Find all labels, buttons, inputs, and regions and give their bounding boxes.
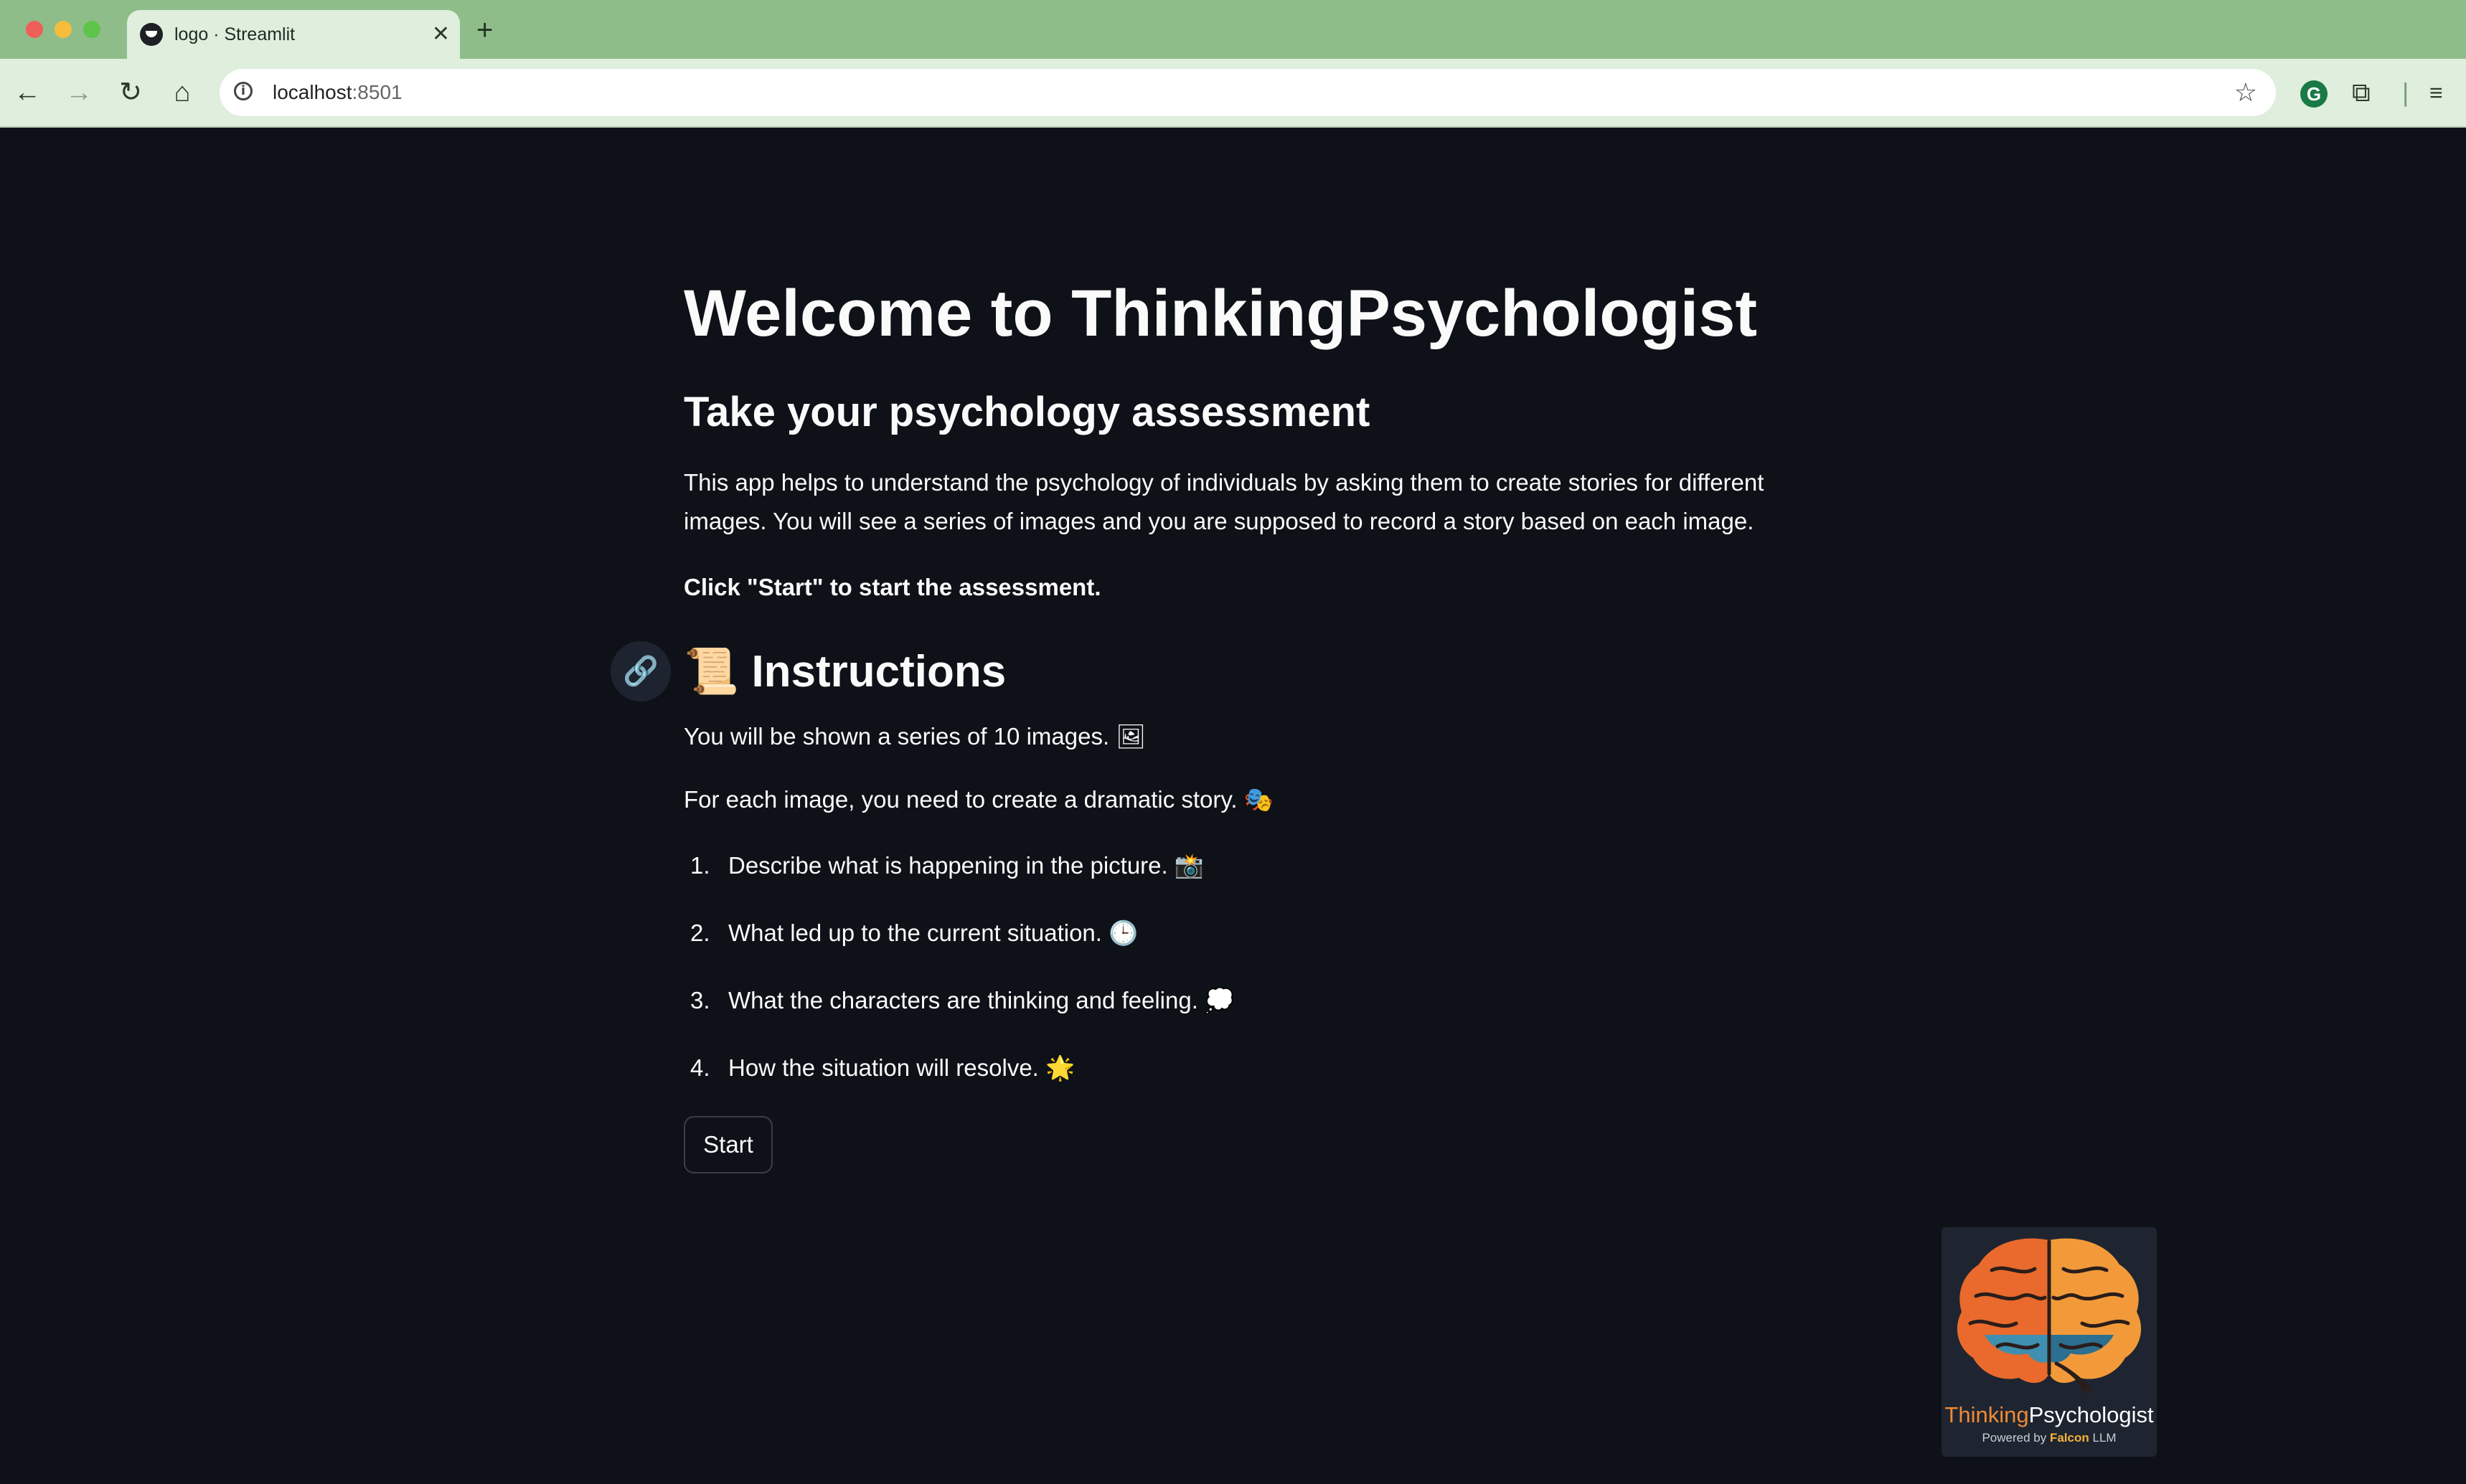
instruction-line-images-text: You will be shown a series of 10 images. [684, 723, 1110, 750]
step-number: 4. [690, 1054, 710, 1081]
url-port: :8501 [352, 81, 403, 103]
theater-masks-icon: 🎭 [1243, 785, 1274, 813]
toolbar-divider: | [2402, 77, 2409, 107]
scroll-icon: 📜 [684, 645, 740, 697]
instructions-heading: 📜 Instructions [684, 641, 1006, 702]
streamlit-favicon-icon [140, 23, 163, 46]
logo-falcon: Falcon [2049, 1431, 2089, 1445]
thinking-psychologist-logo: ThinkingPsychologist Powered by Falcon L… [1942, 1227, 2157, 1457]
logo-word-thinking: Thinking [1944, 1402, 2029, 1427]
clock-icon: 🕒 [1109, 919, 1139, 947]
star-icon: 🌟 [1045, 1054, 1076, 1082]
step-text-label: Describe what is happening in the pictur… [728, 852, 1168, 879]
browser-tab-bar: logo · Streamlit ✕ + [0, 0, 2466, 59]
forward-arrow-icon[interactable]: → [57, 59, 100, 126]
instructions-heading-text: Instructions [751, 647, 1007, 696]
start-button[interactable]: Start [684, 1116, 773, 1173]
maximize-window-button[interactable] [83, 21, 100, 38]
step-text: How the situation will resolve. 🌟 [728, 1049, 1075, 1087]
logo-wordmark: ThinkingPsychologist [1942, 1402, 2157, 1428]
step-text-label: How the situation will resolve. [728, 1054, 1039, 1081]
logo-powered-by: Powered by Falcon LLM [1942, 1431, 2157, 1445]
step-number: 1. [690, 852, 710, 879]
page-title: Welcome to ThinkingPsychologist [684, 277, 1758, 350]
logo-powered-by-text: Powered by [1982, 1431, 2047, 1445]
camera-icon: 📸 [1174, 851, 1204, 879]
url-text: localhost:8501 [273, 69, 403, 116]
new-tab-button[interactable]: + [476, 10, 493, 50]
reading-list-icon[interactable]: ≡ [2429, 59, 2443, 126]
grammarly-extension-icon[interactable]: G [2300, 59, 2328, 126]
step-text: Describe what is happening in the pictur… [728, 846, 1204, 885]
browser-toolbar: ← → ↻ ⌂ i localhost:8501 ☆ G ⧉ | ≡ [0, 59, 2466, 128]
back-arrow-icon[interactable]: ← [6, 59, 49, 126]
instruction-line-story-text: For each image, you need to create a dra… [684, 786, 1238, 813]
start-instruction-text: Click "Start" to start the assessment. [684, 574, 1101, 600]
grammarly-letter: G [2300, 80, 2328, 108]
logo-llm: LLM [2092, 1431, 2117, 1445]
extensions-puzzle-icon[interactable]: ⧉ [2352, 59, 2371, 126]
step-text: What led up to the current situation. 🕒 [728, 914, 1138, 953]
address-bar[interactable]: i localhost:8501 ☆ [220, 69, 2276, 116]
tab-title: logo · Streamlit [174, 24, 296, 44]
home-icon[interactable]: ⌂ [161, 59, 204, 126]
heading-anchor-link-icon[interactable]: 🔗 [611, 641, 671, 701]
instruction-line-images: You will be shown a series of 10 images.… [684, 717, 1146, 756]
browser-tab[interactable]: logo · Streamlit ✕ [127, 10, 460, 59]
minimize-window-button[interactable] [55, 21, 72, 38]
step-text-label: What led up to the current situation. [728, 920, 1102, 946]
step-number: 2. [690, 920, 710, 946]
site-info-icon[interactable]: i [234, 82, 253, 100]
step-text: What the characters are thinking and fee… [728, 981, 1234, 1020]
instruction-line-story: For each image, you need to create a dra… [684, 780, 1274, 819]
close-window-button[interactable] [26, 21, 43, 38]
step-number: 3. [690, 987, 710, 1013]
url-host: localhost [273, 81, 352, 103]
thought-bubble-icon: 💭 [1205, 986, 1235, 1014]
framed-picture-icon: 🖼 [1116, 722, 1147, 750]
step-text-label: What the characters are thinking and fee… [728, 987, 1198, 1013]
intro-paragraph: This app helps to understand the psychol… [684, 469, 1764, 534]
close-tab-icon[interactable]: ✕ [432, 10, 450, 59]
reload-icon[interactable]: ↻ [109, 59, 152, 126]
brain-icon [1957, 1238, 2142, 1394]
bookmark-star-icon[interactable]: ☆ [2234, 69, 2257, 116]
page-subtitle: Take your psychology assessment [684, 389, 1370, 435]
logo-word-psychologist: Psychologist [2028, 1402, 2154, 1427]
